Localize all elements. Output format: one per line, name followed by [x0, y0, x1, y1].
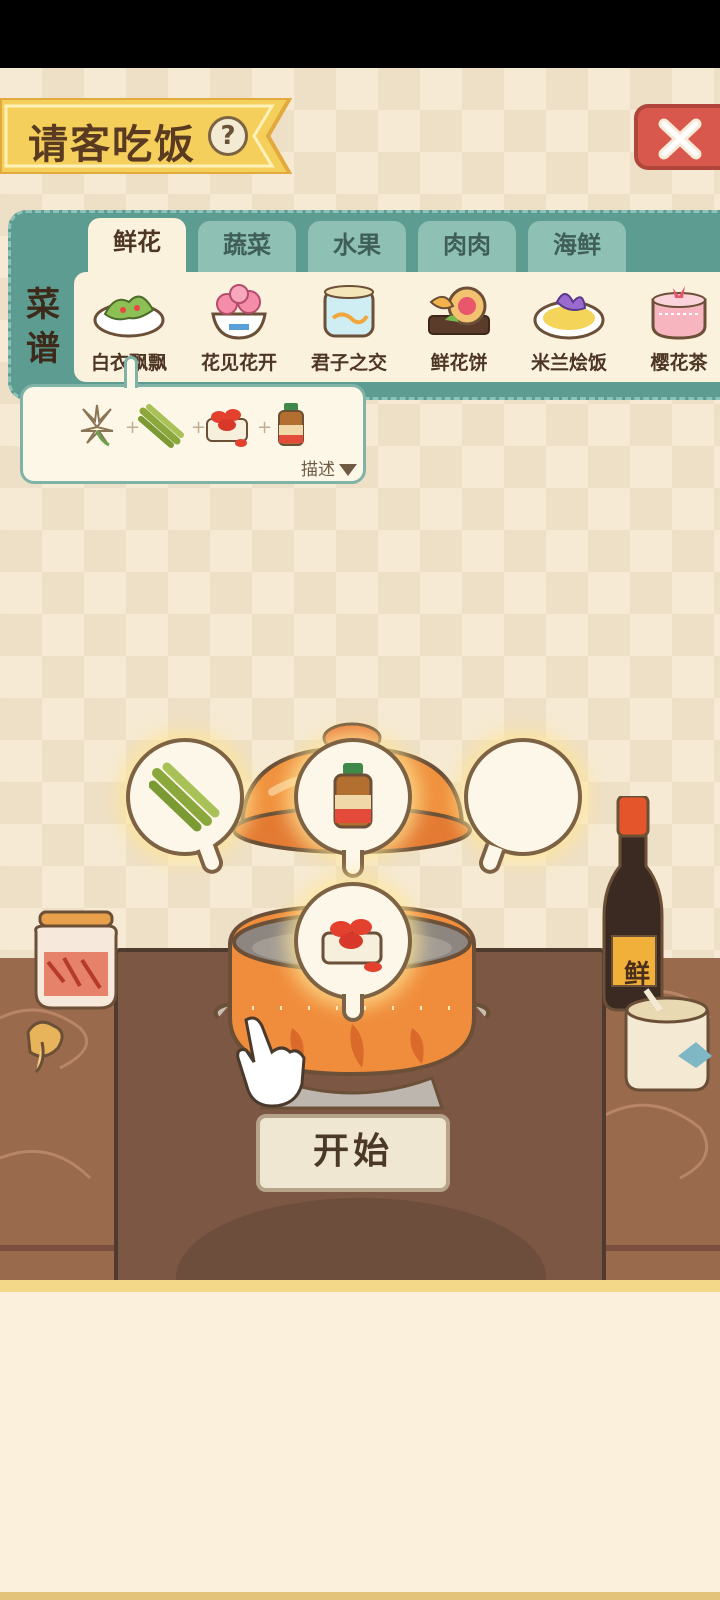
- dish-strip: 白衣飘飘 花见花开 君子之交: [74, 272, 720, 382]
- ingredient-slot-empty[interactable]: [464, 738, 582, 856]
- goji-jar-icon: [26, 910, 118, 1074]
- slot-tail: [342, 994, 364, 1022]
- asparagus-icon: [138, 404, 184, 448]
- ingredient-item: [271, 401, 311, 453]
- sauce-bottle-icon: [333, 763, 373, 829]
- ingredient-item: [73, 401, 121, 453]
- tab-flowers[interactable]: 鲜花: [88, 218, 186, 272]
- salad-plate-icon: [93, 295, 165, 338]
- tooltip-pointer: [124, 356, 138, 388]
- hand-pointer-icon: [236, 1016, 306, 1108]
- recipe-label: 菜 谱: [25, 283, 61, 371]
- dish-item[interactable]: 花见花开: [184, 272, 294, 382]
- ingredient-slot[interactable]: [294, 738, 412, 856]
- bottom-panel: [0, 1292, 720, 1592]
- ingredient-tooltip: + + + 描述: [20, 384, 366, 484]
- goji-berry-icon: [206, 409, 248, 447]
- panel-divider: [0, 1280, 720, 1292]
- dish-name: 君子之交: [310, 352, 387, 374]
- ingredient-item: [137, 401, 185, 453]
- tab-seafood[interactable]: 海鲜: [528, 221, 626, 275]
- tab-vegetables[interactable]: 蔬菜: [198, 221, 296, 275]
- status-bar: [0, 0, 720, 68]
- tab-meat[interactable]: 肉肉: [418, 221, 516, 275]
- flower-pie-icon: [428, 286, 490, 335]
- tab-fruits[interactable]: 水果: [308, 221, 406, 275]
- close-icon: [658, 118, 702, 160]
- description-toggle[interactable]: 描述: [301, 455, 357, 480]
- sakura-tea-icon: [651, 286, 707, 340]
- sauce-bottle-icon: [278, 403, 304, 446]
- dish-item[interactable]: 米兰烩饭: [514, 272, 624, 382]
- game-scene: 请客吃饭 ? 菜 谱 鲜花 蔬菜 水果 肉肉 海鲜 白衣飘飘: [0, 68, 720, 1280]
- ingredient-item: [203, 401, 251, 453]
- dish-name: 米兰烩饭: [530, 352, 607, 374]
- dish-name: 花见花开: [200, 352, 277, 374]
- close-button[interactable]: [634, 104, 720, 170]
- description-label: 描述: [301, 460, 335, 480]
- recipe-label-line2: 谱: [26, 329, 60, 369]
- bottom-bar: [0, 1592, 720, 1600]
- flower-bowl-icon: [211, 284, 267, 340]
- recipe-label-line1: 菜: [26, 285, 60, 325]
- triangle-down-icon: [339, 464, 357, 476]
- dish-name: 樱花茶: [650, 352, 708, 374]
- dish-item[interactable]: 君子之交: [294, 272, 404, 382]
- help-icon: ?: [220, 121, 236, 151]
- asparagus-icon: [149, 762, 220, 832]
- dish-name: 鲜花饼: [430, 352, 488, 374]
- dish-item[interactable]: 樱花茶: [624, 272, 720, 382]
- goji-berry-icon: [321, 919, 383, 972]
- slot-tail: [342, 850, 364, 878]
- risotto-plate-icon: [533, 293, 605, 340]
- plus-sign: +: [257, 417, 273, 438]
- start-button[interactable]: 开始: [256, 1114, 450, 1192]
- help-button[interactable]: ?: [208, 116, 248, 156]
- salt-jar-icon: [624, 988, 712, 1092]
- jelly-cake-icon: [323, 285, 375, 338]
- title-banner: 请客吃饭 ?: [0, 98, 300, 174]
- page-title: 请客吃饭: [28, 122, 196, 168]
- lily-flower-icon: [80, 404, 114, 447]
- dish-item[interactable]: 鲜花饼: [404, 272, 514, 382]
- ingredient-slot[interactable]: [126, 738, 244, 856]
- ingredient-slot[interactable]: [294, 882, 412, 1000]
